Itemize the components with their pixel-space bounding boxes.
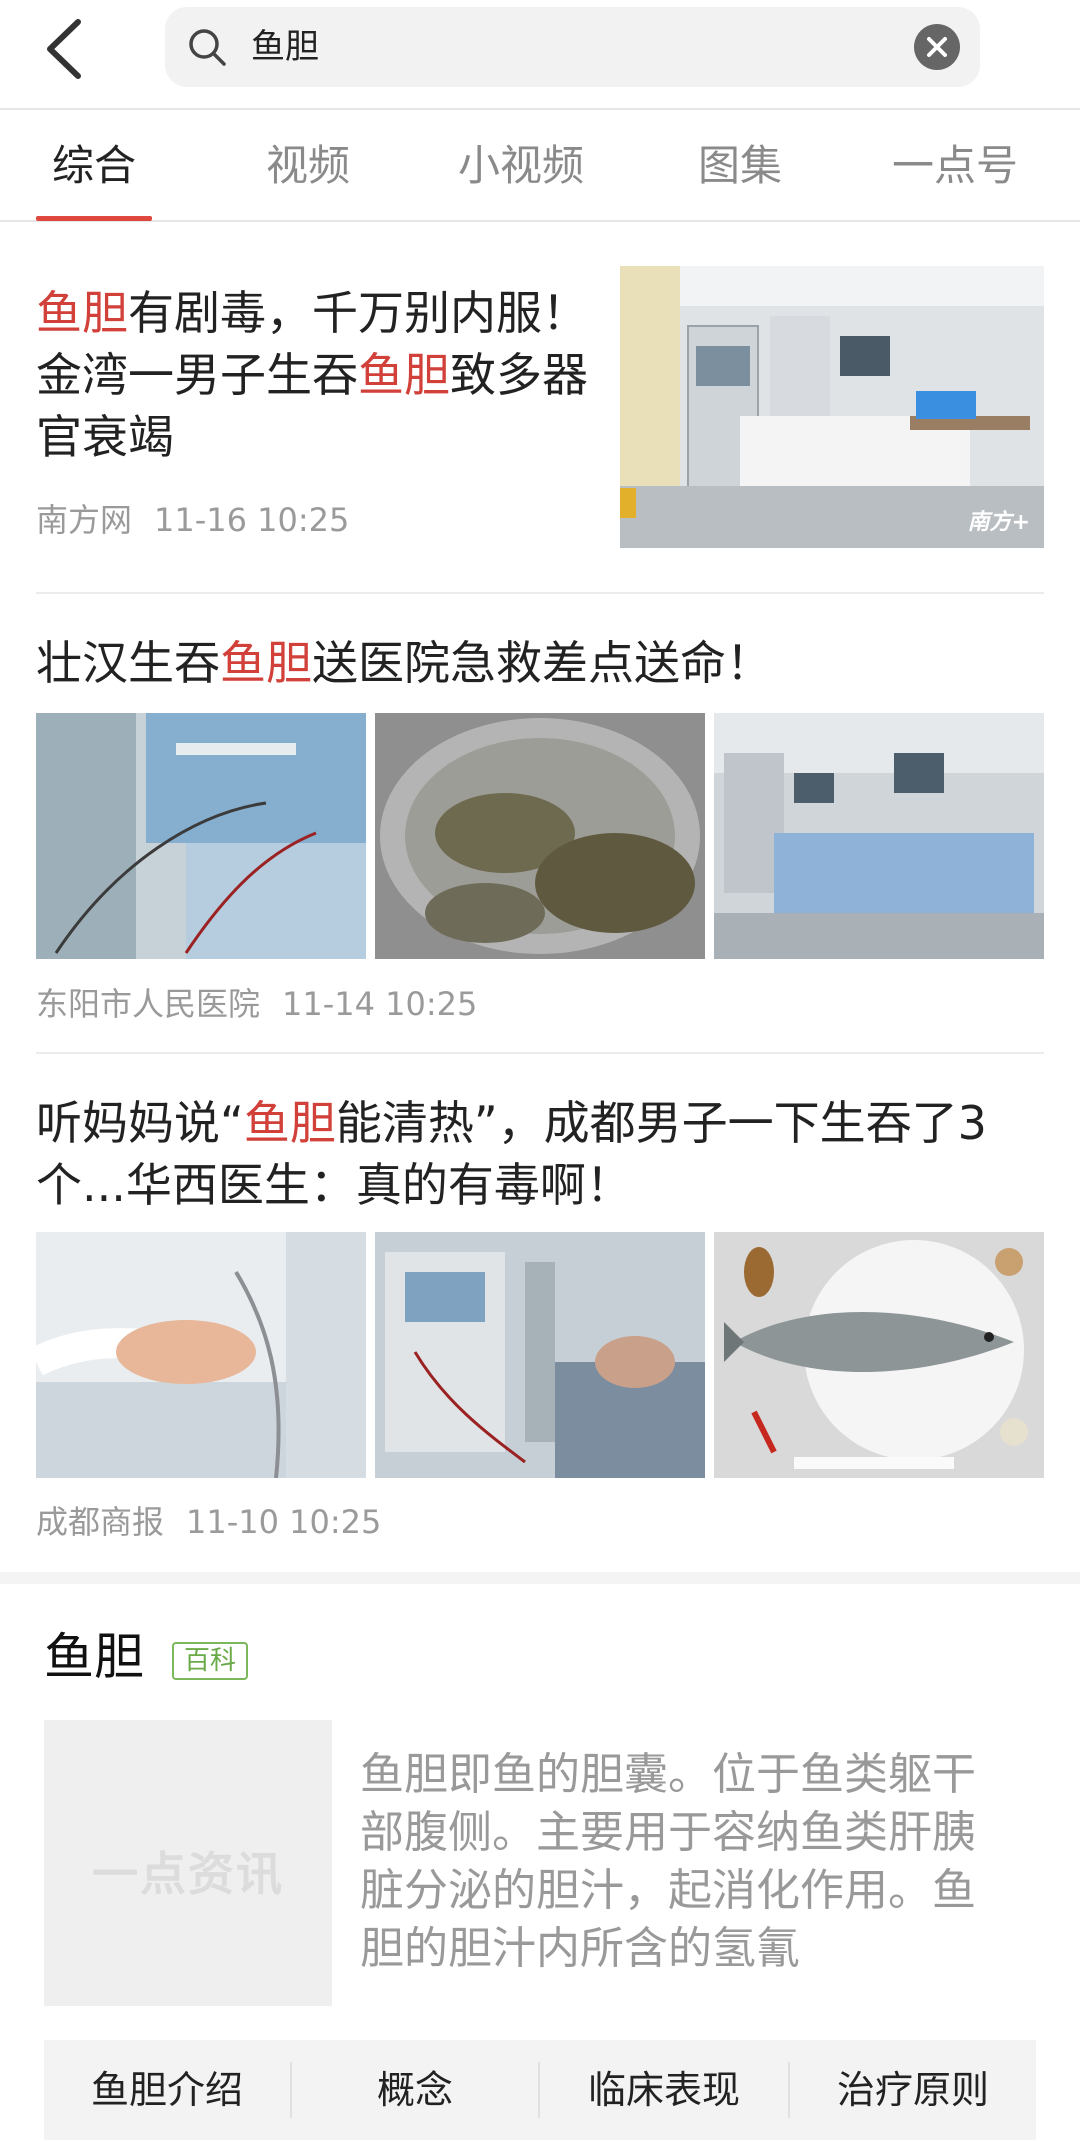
- article-image-3[interactable]: [714, 713, 1044, 959]
- wiki-description[interactable]: 鱼胆即鱼的胆囊。位于鱼类躯干部腹侧。主要用于容纳鱼类肝胰脏分泌的胆汁，起消化作用…: [360, 1746, 1016, 1978]
- tab-gallery[interactable]: 图集: [698, 137, 782, 195]
- close-icon: [927, 37, 947, 57]
- wiki-link-concept[interactable]: 概念: [292, 2040, 538, 2140]
- clear-search-button[interactable]: [914, 24, 960, 70]
- article-image-3[interactable]: [714, 1232, 1044, 1478]
- search-input[interactable]: 鱼胆: [165, 7, 980, 87]
- wiki-link-treatment[interactable]: 治疗原则: [790, 2040, 1036, 2140]
- thumbnail-watermark: 一点资讯: [92, 1847, 284, 1901]
- article-thumbnail[interactable]: 南方+: [620, 266, 1044, 548]
- result-tabs: 综合 视频 小视频 图集 一点号: [0, 112, 1080, 222]
- article-time: 11-10 10:25: [186, 1503, 382, 1541]
- article-image-2[interactable]: [375, 713, 705, 959]
- divider: [36, 592, 1044, 594]
- article-source: 成都商报: [36, 1503, 165, 1541]
- wiki-link-clinical[interactable]: 临床表现: [540, 2040, 788, 2140]
- chevron-left-icon: [47, 19, 81, 79]
- wiki-badge: 百科: [172, 1642, 249, 1680]
- divider: [36, 1052, 1044, 1054]
- article-meta-1: 南方网 11-16 10:25: [36, 500, 536, 540]
- article-image-1[interactable]: [36, 1232, 366, 1478]
- title-text: 送医院急救差点送命！: [312, 636, 772, 690]
- wiki-thumbnail[interactable]: 一点资讯: [44, 1720, 332, 2006]
- highlight-keyword: 鱼胆: [36, 286, 128, 340]
- tab-yidian-account[interactable]: 一点号: [892, 137, 1018, 195]
- highlight-keyword: 鱼胆: [220, 636, 312, 690]
- article-image-1[interactable]: [36, 713, 366, 959]
- tab-video[interactable]: 视频: [266, 137, 350, 195]
- tab-short-video[interactable]: 小视频: [458, 137, 584, 195]
- search-header: 鱼胆: [0, 0, 1080, 110]
- search-icon: [189, 29, 226, 66]
- highlight-keyword: 鱼胆: [243, 1096, 336, 1150]
- article-source: 东阳市人民医院: [36, 985, 261, 1023]
- article-meta-3: 成都商报 11-10 10:25: [36, 1502, 1044, 1542]
- wiki-title[interactable]: 鱼胆: [44, 1625, 144, 1689]
- article-image-2[interactable]: [375, 1232, 705, 1478]
- search-query-text: 鱼胆: [251, 27, 319, 67]
- article-title-2[interactable]: 壮汉生吞鱼胆送医院急救差点送命！: [36, 632, 1044, 694]
- article-time: 11-16 10:25: [154, 501, 350, 539]
- article-time: 11-14 10:25: [282, 985, 478, 1023]
- article-title-3[interactable]: 听妈妈说“鱼胆能清热”，成都男子一下生吞了3个...华西医生：真的有毒啊！: [36, 1092, 1044, 1216]
- tab-all[interactable]: 综合: [52, 137, 136, 195]
- article-title-1[interactable]: 鱼胆有剧毒，千万别内服！金湾一男子生吞鱼胆致多器官衰竭: [36, 282, 606, 468]
- wiki-link-intro[interactable]: 鱼胆介绍: [44, 2040, 290, 2140]
- section-separator: [0, 1572, 1080, 1584]
- title-text: 听妈妈说“: [36, 1096, 244, 1150]
- active-tab-indicator: [36, 216, 152, 221]
- back-button[interactable]: [40, 14, 100, 84]
- highlight-keyword: 鱼胆: [358, 348, 450, 402]
- article-source: 南方网: [36, 501, 133, 539]
- image-watermark: 南方+: [967, 510, 1030, 535]
- title-text: 壮汉生吞: [36, 636, 220, 690]
- article-meta-2: 东阳市人民医院 11-14 10:25: [36, 984, 1044, 1024]
- wiki-section-links: 鱼胆介绍 概念 临床表现 治疗原则: [44, 2040, 1036, 2140]
